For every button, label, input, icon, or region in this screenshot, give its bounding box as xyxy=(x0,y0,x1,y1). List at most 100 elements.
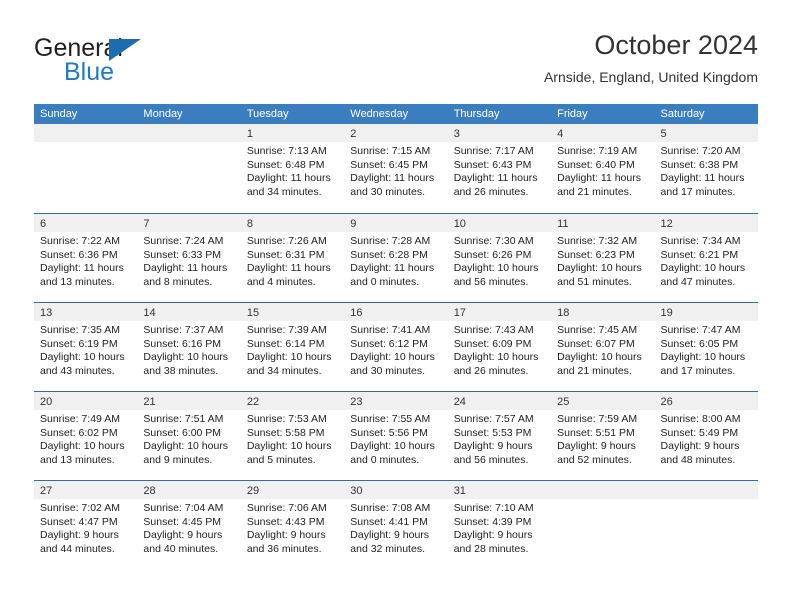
daylight-text-line2: and 0 minutes. xyxy=(350,275,420,288)
sunset-text: Sunset: 5:58 PM xyxy=(246,426,325,439)
daylight-text-line2: and 21 minutes. xyxy=(557,364,632,377)
day-number-band xyxy=(137,124,241,142)
day-number: 16 xyxy=(350,307,363,319)
daylight-text-line1: Daylight: 11 hours xyxy=(246,262,331,275)
calendar-day-cell[interactable]: 7 Sunrise: 7:24 AM Sunset: 6:33 PM Daylight… xyxy=(137,214,241,302)
calendar-day-cell[interactable]: 5 Sunrise: 7:20 AM Sunset: 6:38 PM Daylight… xyxy=(654,124,758,213)
day-number: 9 xyxy=(350,218,357,230)
day-number: 18 xyxy=(557,307,570,319)
day-sun-info: Sunrise: 7:20 AM Sunset: 6:38 PM Daylight:… xyxy=(655,142,758,199)
calendar-day-cell[interactable]: 6 Sunrise: 7:22 AM Sunset: 6:36 PM Daylight… xyxy=(34,214,138,302)
calendar-day-cell[interactable]: 21 Sunrise: 7:51 AM Sunset: 6:00 PM Dayligh… xyxy=(137,392,241,480)
weekday-header-sunday: Sunday xyxy=(40,108,78,120)
calendar-day-cell[interactable]: 17 Sunrise: 7:43 AM Sunset: 6:09 PM Dayligh… xyxy=(447,303,552,391)
sunrise-text: Sunrise: 7:45 AM xyxy=(557,324,638,336)
title-block: October 2024 Arnside, England, United Ki… xyxy=(544,28,758,88)
calendar-day-cell[interactable]: 4 Sunrise: 7:19 AM Sunset: 6:40 PM Daylight… xyxy=(551,124,655,213)
calendar-day-cell[interactable]: 9 Sunrise: 7:28 AM Sunset: 6:28 PM Daylight… xyxy=(344,214,448,302)
day-number: 25 xyxy=(557,396,570,408)
day-number: 11 xyxy=(557,218,569,230)
daylight-text-line1: Daylight: 9 hours xyxy=(246,529,326,542)
calendar-week-row: 27 Sunrise: 7:02 AM Sunset: 4:47 PM Dayligh… xyxy=(34,480,758,569)
calendar-week-row: 20 Sunrise: 7:49 AM Sunset: 6:02 PM Dayligh… xyxy=(34,391,758,480)
calendar-day-cell[interactable]: 24 Sunrise: 7:57 AM Sunset: 5:53 PM Dayligh… xyxy=(447,392,552,480)
daylight-text-line1: Daylight: 10 hours xyxy=(453,262,539,275)
sunset-text: Sunset: 5:51 PM xyxy=(557,426,635,439)
calendar-day-cell[interactable]: 15 Sunrise: 7:39 AM Sunset: 6:14 PM Dayligh… xyxy=(240,303,345,391)
calendar-day-cell[interactable]: 19 Sunrise: 7:47 AM Sunset: 6:05 PM Dayligh… xyxy=(654,303,758,391)
daylight-text-line1: Daylight: 10 hours xyxy=(246,440,332,453)
calendar-day-cell[interactable]: 30 Sunrise: 7:08 AM Sunset: 4:41 PM Dayligh… xyxy=(344,481,448,569)
sunrise-text: Sunrise: 7:59 AM xyxy=(557,413,638,425)
calendar-day-cell[interactable]: 25 Sunrise: 7:59 AM Sunset: 5:51 PM Dayligh… xyxy=(551,392,655,480)
calendar-day-cell[interactable]: 12 Sunrise: 7:34 AM Sunset: 6:21 PM Dayligh… xyxy=(654,214,758,302)
general-blue-logo[interactable]: General Blue xyxy=(34,34,234,96)
day-number: 3 xyxy=(453,128,460,140)
daylight-text-line2: and 4 minutes. xyxy=(246,275,316,288)
daylight-text-line2: and 13 minutes. xyxy=(40,275,115,288)
day-sun-info: Sunrise: 7:26 AM Sunset: 6:31 PM Daylight:… xyxy=(241,232,344,289)
calendar-day-cell[interactable]: 1 Sunrise: 7:13 AM Sunset: 6:48 PM Daylight… xyxy=(240,124,345,213)
sunrise-text: Sunrise: 7:20 AM xyxy=(660,145,741,157)
day-number: 29 xyxy=(246,485,260,497)
day-sun-info: Sunrise: 7:10 AM Sunset: 4:39 PM Daylight:… xyxy=(448,499,551,556)
daylight-text-line2: and 17 minutes. xyxy=(660,364,736,377)
day-sun-info: Sunrise: 7:22 AM Sunset: 6:36 PM Daylight:… xyxy=(34,232,137,289)
day-sun-info: Sunrise: 7:43 AM Sunset: 6:09 PM Daylight:… xyxy=(448,321,551,378)
sunset-text: Sunset: 5:56 PM xyxy=(350,426,428,439)
day-sun-info: Sunrise: 7:47 AM Sunset: 6:05 PM Daylight:… xyxy=(655,321,758,378)
day-sun-info: Sunrise: 7:51 AM Sunset: 6:00 PM Daylight:… xyxy=(137,410,240,467)
day-number-band xyxy=(34,124,138,142)
daylight-text-line2: and 9 minutes. xyxy=(143,453,213,466)
daylight-text-line2: and 51 minutes. xyxy=(557,275,632,288)
calendar-day-cell[interactable]: 11 Sunrise: 7:32 AM Sunset: 6:23 PM Dayligh… xyxy=(551,214,655,302)
day-number-band: 2 xyxy=(344,124,448,142)
calendar-day-cell[interactable]: 22 Sunrise: 7:53 AM Sunset: 5:58 PM Dayligh… xyxy=(240,392,345,480)
sunset-text: Sunset: 6:31 PM xyxy=(246,248,325,261)
calendar-day-cell-empty xyxy=(654,481,758,569)
day-number-band: 31 xyxy=(447,481,552,499)
sunrise-text: Sunrise: 7:06 AM xyxy=(246,502,327,514)
sunset-text: Sunset: 6:23 PM xyxy=(557,248,635,261)
calendar-day-cell[interactable]: 13 Sunrise: 7:35 AM Sunset: 6:19 PM Dayligh… xyxy=(34,303,138,391)
calendar-day-cell[interactable]: 23 Sunrise: 7:55 AM Sunset: 5:56 PM Dayligh… xyxy=(344,392,448,480)
calendar-day-cell[interactable]: 10 Sunrise: 7:30 AM Sunset: 6:26 PM Dayligh… xyxy=(447,214,552,302)
sunrise-text: Sunrise: 7:04 AM xyxy=(143,502,224,514)
calendar-day-cell[interactable]: 8 Sunrise: 7:26 AM Sunset: 6:31 PM Daylight… xyxy=(240,214,345,302)
day-sun-info: Sunrise: 7:55 AM Sunset: 5:56 PM Daylight:… xyxy=(344,410,447,467)
day-sun-info: Sunrise: 7:15 AM Sunset: 6:45 PM Daylight:… xyxy=(344,142,447,199)
sunset-text: Sunset: 6:26 PM xyxy=(453,248,532,261)
day-number-band xyxy=(551,481,655,499)
day-number: 14 xyxy=(143,307,156,319)
daylight-text-line2: and 34 minutes. xyxy=(246,185,322,198)
calendar-day-cell[interactable]: 2 Sunrise: 7:15 AM Sunset: 6:45 PM Daylight… xyxy=(344,124,448,213)
calendar-day-cell[interactable]: 29 Sunrise: 7:06 AM Sunset: 4:43 PM Dayligh… xyxy=(240,481,345,569)
calendar-day-cell[interactable]: 26 Sunrise: 8:00 AM Sunset: 5:49 PM Dayligh… xyxy=(654,392,758,480)
daylight-text-line1: Daylight: 11 hours xyxy=(453,172,538,185)
calendar-day-cell[interactable]: 3 Sunrise: 7:17 AM Sunset: 6:43 PM Daylight… xyxy=(447,124,552,213)
day-number-band: 5 xyxy=(654,124,758,142)
daylight-text-line1: Daylight: 11 hours xyxy=(143,262,228,275)
day-number-band: 13 xyxy=(34,303,138,321)
calendar-day-cell[interactable]: 18 Sunrise: 7:45 AM Sunset: 6:07 PM Dayligh… xyxy=(551,303,655,391)
calendar-day-cell[interactable]: 20 Sunrise: 7:49 AM Sunset: 6:02 PM Dayligh… xyxy=(34,392,138,480)
day-number: 23 xyxy=(350,396,363,408)
calendar-day-cell[interactable]: 27 Sunrise: 7:02 AM Sunset: 4:47 PM Dayligh… xyxy=(34,481,138,569)
calendar-day-cell[interactable]: 14 Sunrise: 7:37 AM Sunset: 6:16 PM Dayligh… xyxy=(137,303,241,391)
daylight-text-line2: and 32 minutes. xyxy=(350,542,425,555)
daylight-text-line1: Daylight: 9 hours xyxy=(453,440,533,453)
day-sun-info: Sunrise: 7:28 AM Sunset: 6:28 PM Daylight:… xyxy=(344,232,447,289)
sunrise-text: Sunrise: 7:19 AM xyxy=(557,145,638,157)
calendar-day-cell[interactable]: 16 Sunrise: 7:41 AM Sunset: 6:12 PM Dayligh… xyxy=(344,303,448,391)
calendar-day-cell[interactable]: 31 Sunrise: 7:10 AM Sunset: 4:39 PM Dayligh… xyxy=(447,481,552,569)
calendar-day-cell[interactable]: 28 Sunrise: 7:04 AM Sunset: 4:45 PM Dayligh… xyxy=(137,481,241,569)
sunrise-text: Sunrise: 7:22 AM xyxy=(40,235,120,247)
sunset-text: Sunset: 4:43 PM xyxy=(246,515,325,528)
day-number-band: 30 xyxy=(344,481,448,499)
sunset-text: Sunset: 6:16 PM xyxy=(143,337,222,350)
daylight-text-line2: and 44 minutes. xyxy=(40,542,115,555)
sunset-text: Sunset: 6:14 PM xyxy=(246,337,325,350)
calendar-week-row: 1 Sunrise: 7:13 AM Sunset: 6:48 PM Daylight… xyxy=(34,124,758,213)
day-number: 19 xyxy=(660,307,673,319)
day-number: 27 xyxy=(40,485,53,497)
